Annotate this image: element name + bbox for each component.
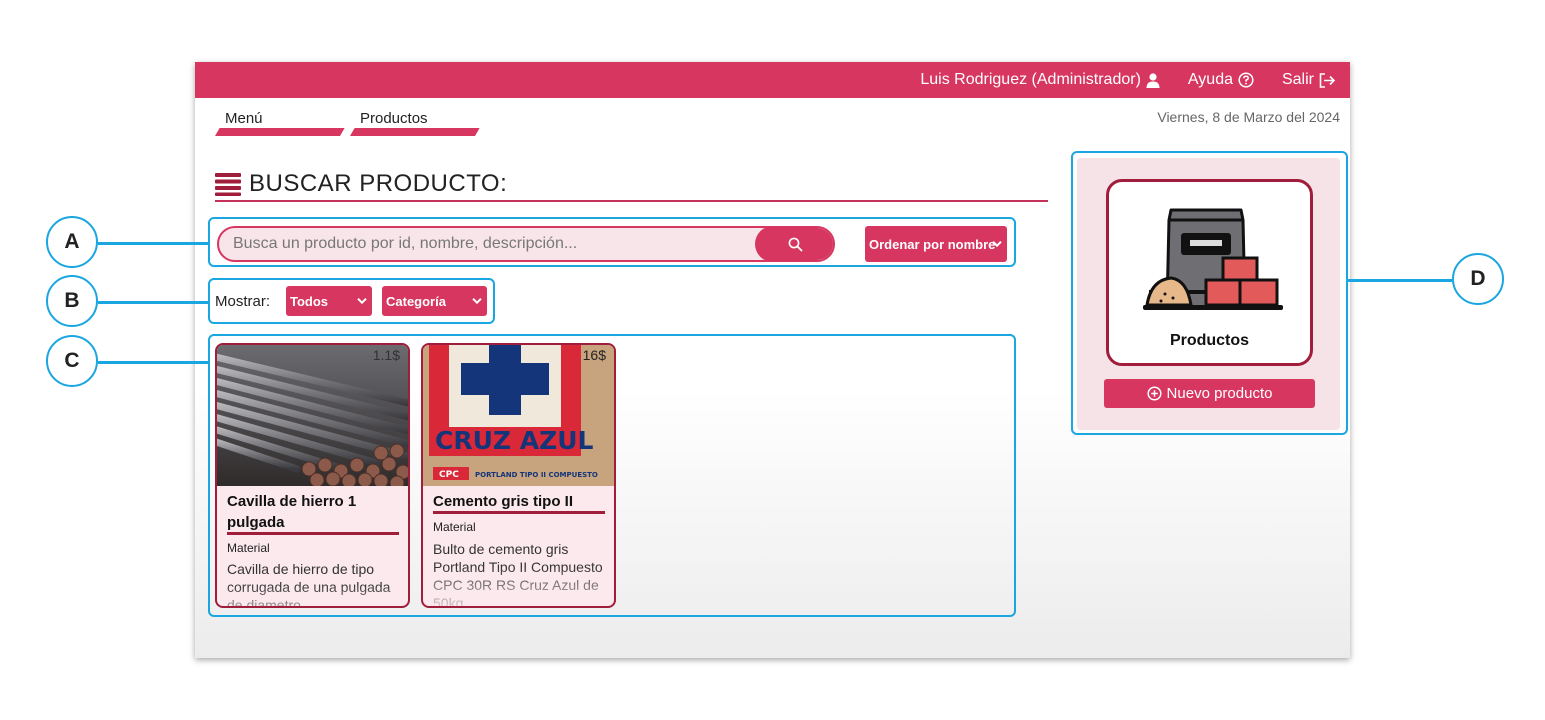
sort-selected: Ordenar por nombre [869, 236, 996, 252]
chevron-down-icon [357, 297, 367, 305]
callout-a: A [46, 216, 98, 268]
callout-d: D [1452, 253, 1504, 305]
product-category: Material [433, 520, 476, 534]
new-product-button[interactable]: Nuevo producto [1104, 379, 1315, 408]
callout-line-d [1348, 279, 1452, 282]
question-circle-icon [1238, 72, 1254, 88]
construction-materials-icon [1143, 208, 1283, 310]
plus-circle-icon [1146, 386, 1162, 401]
show-filter-selected: Todos [290, 293, 329, 309]
product-name: Cavilla de hierro 1 pulgada [227, 493, 357, 531]
products-tile[interactable]: Productos [1106, 179, 1313, 366]
breadcrumb: Menú Productos [215, 108, 480, 138]
search-button[interactable] [755, 228, 833, 260]
callout-line-b [98, 301, 208, 304]
products-tile-label: Productos [1169, 332, 1250, 349]
product-price: 16$ [582, 347, 606, 363]
help-label: Ayuda [1187, 71, 1233, 88]
filter-label: Mostrar: [215, 293, 271, 310]
new-product-label: Nuevo producto [1166, 385, 1273, 402]
current-date: Viernes, 8 de Marzo del 2024 [1157, 109, 1340, 125]
user-menu[interactable]: Luis Rodriguez (Administrador) [920, 71, 1160, 89]
breadcrumb-products[interactable]: Productos [350, 108, 480, 138]
breadcrumb-menu[interactable]: Menú [215, 108, 345, 138]
chevron-down-icon [992, 240, 1002, 248]
sidebar-panel: Productos Nuevo producto [1077, 158, 1340, 430]
product-description: Cavilla de hierro de tipo corrugada de u… [227, 561, 391, 608]
page-title: BUSCAR PRODUCTO: [249, 170, 508, 197]
product-name-underline [227, 532, 399, 535]
help-link[interactable]: Ayuda [1188, 71, 1254, 89]
top-bar: Luis Rodriguez (Administrador) Ayuda Sal… [195, 62, 1350, 98]
user-name: Luis Rodriguez (Administrador) [920, 71, 1141, 88]
sort-select[interactable]: Ordenar por nombre [865, 226, 1007, 262]
cement-code-text: CPC [439, 470, 459, 480]
product-price: 1.1$ [372, 347, 400, 363]
cement-bag-image: CRUZ AZUL CPC PORTLAND TIPO II COMPUESTO [423, 345, 614, 486]
page-header: BUSCAR PRODUCTO: [215, 168, 1048, 202]
category-filter-selected: Categoría [386, 293, 446, 309]
logout-label: Salir [1281, 71, 1314, 88]
product-card[interactable]: CRUZ AZUL CPC PORTLAND TIPO II COMPUESTO… [421, 343, 616, 608]
callout-line-c [98, 361, 208, 364]
breadcrumb-underline [350, 128, 480, 136]
search-box [217, 226, 835, 262]
search-icon [788, 237, 802, 251]
app-window: Luis Rodriguez (Administrador) Ayuda Sal… [195, 62, 1350, 658]
product-name: Cemento gris tipo II [433, 493, 574, 510]
logout-icon [1319, 72, 1336, 88]
product-card[interactable]: 1.1$ Cavilla de hierro 1 pulgada Materia… [215, 343, 410, 608]
logout-link[interactable]: Salir [1282, 71, 1336, 89]
breadcrumb-menu-label: Menú [225, 110, 263, 127]
category-filter-select[interactable]: Categoría [382, 286, 487, 316]
cement-brand-text: CRUZ AZUL [435, 426, 594, 455]
callout-c: C [46, 335, 98, 387]
callout-b: B [46, 275, 98, 327]
show-filter-select[interactable]: Todos [286, 286, 372, 316]
product-category: Material [227, 541, 270, 555]
breadcrumb-underline [215, 128, 345, 136]
breadcrumb-products-label: Productos [360, 110, 428, 127]
search-row: Ordenar por nombre [217, 226, 1007, 262]
product-description: Bulto de cemento gris Portland Tipo II C… [433, 541, 603, 608]
chevron-down-icon [472, 297, 482, 305]
search-input[interactable] [233, 228, 753, 260]
list-icon [215, 173, 241, 196]
cement-type-text: PORTLAND TIPO II COMPUESTO [475, 471, 598, 479]
callout-line-a [98, 242, 208, 245]
rebar-image [217, 345, 408, 486]
product-name-underline [433, 511, 605, 514]
user-icon [1146, 72, 1160, 88]
